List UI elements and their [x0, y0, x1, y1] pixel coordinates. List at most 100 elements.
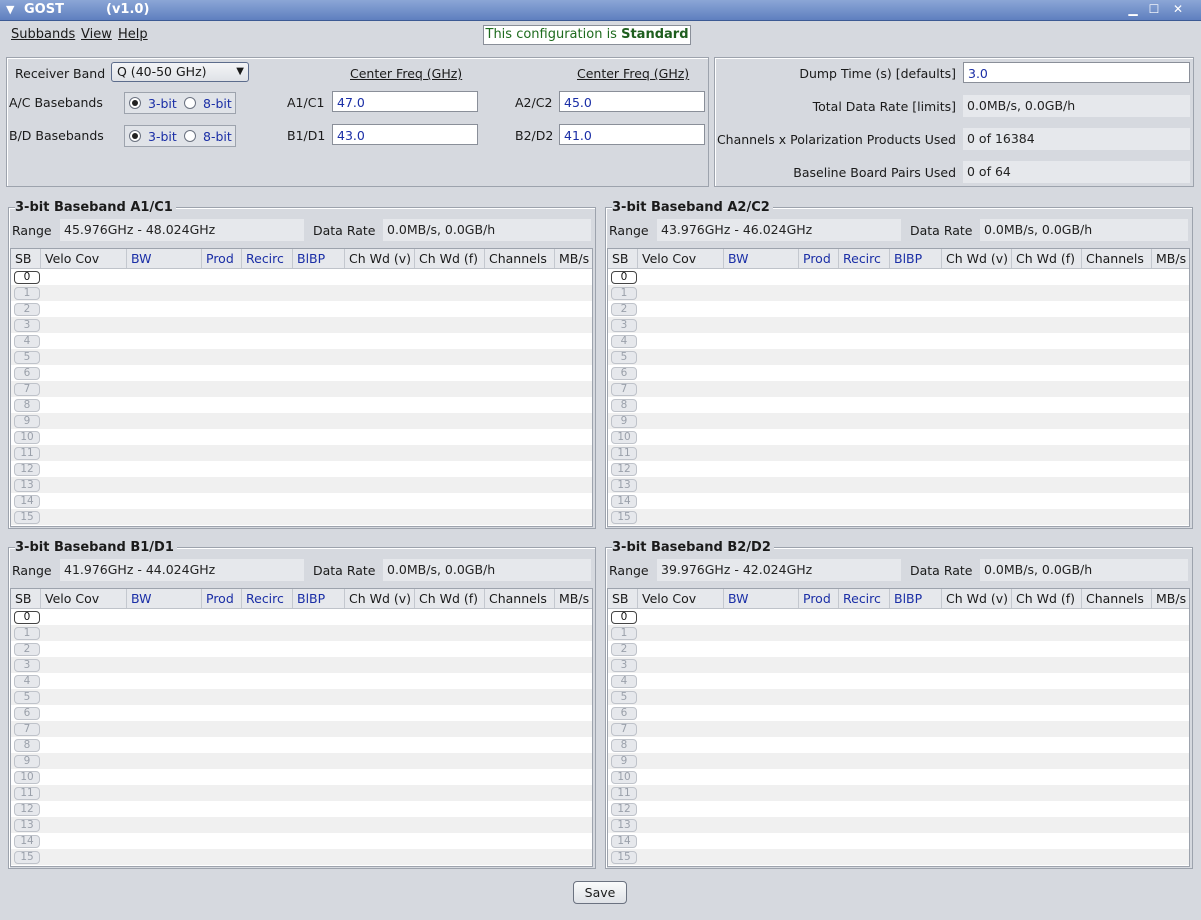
column-header[interactable]: Ch Wd (f)	[1012, 249, 1082, 268]
save-button[interactable]: Save	[573, 881, 627, 904]
column-header[interactable]: MB/s	[555, 249, 592, 268]
subband-toggle-button[interactable]: 0	[611, 271, 637, 284]
subband-toggle-button[interactable]: 15	[14, 511, 40, 524]
column-header[interactable]: Channels	[485, 249, 555, 268]
subband-toggle-button[interactable]: 6	[14, 367, 40, 380]
subband-toggle-button[interactable]: 14	[14, 495, 40, 508]
subband-toggle-button[interactable]: 15	[611, 511, 637, 524]
bd-3bit-radio[interactable]	[129, 130, 141, 142]
subband-toggle-button[interactable]: 11	[611, 447, 637, 460]
subband-toggle-button[interactable]: 0	[611, 611, 637, 624]
subband-toggle-button[interactable]: 12	[611, 463, 637, 476]
subband-toggle-button[interactable]: 12	[611, 803, 637, 816]
column-header[interactable]: Prod	[202, 249, 242, 268]
subband-toggle-button[interactable]: 2	[14, 643, 40, 656]
subband-toggle-button[interactable]: 12	[14, 463, 40, 476]
subband-toggle-button[interactable]: 4	[611, 675, 637, 688]
subband-toggle-button[interactable]: 7	[611, 383, 637, 396]
subband-toggle-button[interactable]: 5	[611, 351, 637, 364]
subband-toggle-button[interactable]: 11	[14, 447, 40, 460]
subband-toggle-button[interactable]: 10	[611, 771, 637, 784]
column-header[interactable]: Recirc	[242, 249, 293, 268]
subband-toggle-button[interactable]: 15	[14, 851, 40, 864]
subband-toggle-button[interactable]: 2	[14, 303, 40, 316]
receiver-band-select[interactable]: Q (40-50 GHz) ▼	[111, 62, 249, 82]
column-header[interactable]: Channels	[1082, 249, 1152, 268]
subband-toggle-button[interactable]: 3	[611, 319, 637, 332]
subband-toggle-button[interactable]: 0	[14, 611, 40, 624]
column-header[interactable]: SB	[608, 249, 638, 268]
column-header[interactable]: MB/s	[555, 589, 592, 608]
menu-view[interactable]: View	[81, 27, 112, 42]
subband-toggle-button[interactable]: 9	[611, 755, 637, 768]
subband-toggle-button[interactable]: 8	[14, 739, 40, 752]
subband-toggle-button[interactable]: 12	[14, 803, 40, 816]
close-icon[interactable]: ✕	[1170, 2, 1186, 17]
column-header[interactable]: BlBP	[890, 249, 942, 268]
subband-toggle-button[interactable]: 9	[611, 415, 637, 428]
column-header[interactable]: Velo Cov	[638, 249, 724, 268]
b1d1-freq-input[interactable]: 43.0	[332, 124, 478, 145]
column-header[interactable]: Ch Wd (f)	[415, 249, 485, 268]
menu-help[interactable]: Help	[118, 27, 148, 42]
subband-toggle-button[interactable]: 10	[14, 771, 40, 784]
subband-toggle-button[interactable]: 5	[14, 351, 40, 364]
subband-toggle-button[interactable]: 13	[14, 479, 40, 492]
column-header[interactable]: Prod	[799, 249, 839, 268]
subband-toggle-button[interactable]: 4	[611, 335, 637, 348]
subband-toggle-button[interactable]: 8	[611, 399, 637, 412]
subband-toggle-button[interactable]: 3	[14, 659, 40, 672]
column-header[interactable]: Velo Cov	[638, 589, 724, 608]
subband-toggle-button[interactable]: 14	[611, 835, 637, 848]
column-header[interactable]: Ch Wd (v)	[345, 249, 415, 268]
maximize-icon[interactable]: ☐	[1146, 2, 1162, 17]
column-header[interactable]: Ch Wd (v)	[345, 589, 415, 608]
subband-toggle-button[interactable]: 14	[14, 835, 40, 848]
column-header[interactable]: MB/s	[1152, 249, 1189, 268]
subband-toggle-button[interactable]: 13	[611, 819, 637, 832]
column-header[interactable]: Prod	[799, 589, 839, 608]
subband-toggle-button[interactable]: 10	[14, 431, 40, 444]
column-header[interactable]: BW	[127, 589, 202, 608]
minimize-icon[interactable]: ▁	[1125, 2, 1141, 17]
subband-toggle-button[interactable]: 2	[611, 643, 637, 656]
column-header[interactable]: SB	[11, 249, 41, 268]
bd-8bit-radio[interactable]	[184, 130, 196, 142]
subband-toggle-button[interactable]: 6	[611, 367, 637, 380]
column-header[interactable]: BlBP	[890, 589, 942, 608]
subband-toggle-button[interactable]: 1	[14, 627, 40, 640]
column-header[interactable]: SB	[608, 589, 638, 608]
column-header[interactable]: BW	[724, 589, 799, 608]
column-header[interactable]: Recirc	[839, 589, 890, 608]
column-header[interactable]: Channels	[1082, 589, 1152, 608]
a2c2-freq-input[interactable]: 45.0	[559, 91, 705, 112]
subband-toggle-button[interactable]: 1	[14, 287, 40, 300]
column-header[interactable]: BlBP	[293, 589, 345, 608]
subband-toggle-button[interactable]: 14	[611, 495, 637, 508]
subband-toggle-button[interactable]: 8	[14, 399, 40, 412]
subband-toggle-button[interactable]: 11	[14, 787, 40, 800]
subband-toggle-button[interactable]: 15	[611, 851, 637, 864]
column-header[interactable]: Ch Wd (v)	[942, 589, 1012, 608]
column-header[interactable]: Ch Wd (f)	[1012, 589, 1082, 608]
subband-toggle-button[interactable]: 6	[14, 707, 40, 720]
window-menu-icon[interactable]: ▼	[6, 3, 14, 16]
subband-toggle-button[interactable]: 4	[14, 675, 40, 688]
column-header[interactable]: Channels	[485, 589, 555, 608]
subband-toggle-button[interactable]: 4	[14, 335, 40, 348]
subband-toggle-button[interactable]: 10	[611, 431, 637, 444]
subband-toggle-button[interactable]: 11	[611, 787, 637, 800]
subband-toggle-button[interactable]: 3	[611, 659, 637, 672]
ac-3bit-radio[interactable]	[129, 97, 141, 109]
column-header[interactable]: Ch Wd (f)	[415, 589, 485, 608]
column-header[interactable]: Velo Cov	[41, 249, 127, 268]
subband-toggle-button[interactable]: 7	[611, 723, 637, 736]
subband-toggle-button[interactable]: 7	[14, 383, 40, 396]
subband-toggle-button[interactable]: 13	[14, 819, 40, 832]
subband-toggle-button[interactable]: 7	[14, 723, 40, 736]
subband-toggle-button[interactable]: 2	[611, 303, 637, 316]
column-header[interactable]: BW	[724, 249, 799, 268]
column-header[interactable]: BW	[127, 249, 202, 268]
column-header[interactable]: Recirc	[242, 589, 293, 608]
subband-toggle-button[interactable]: 1	[611, 287, 637, 300]
